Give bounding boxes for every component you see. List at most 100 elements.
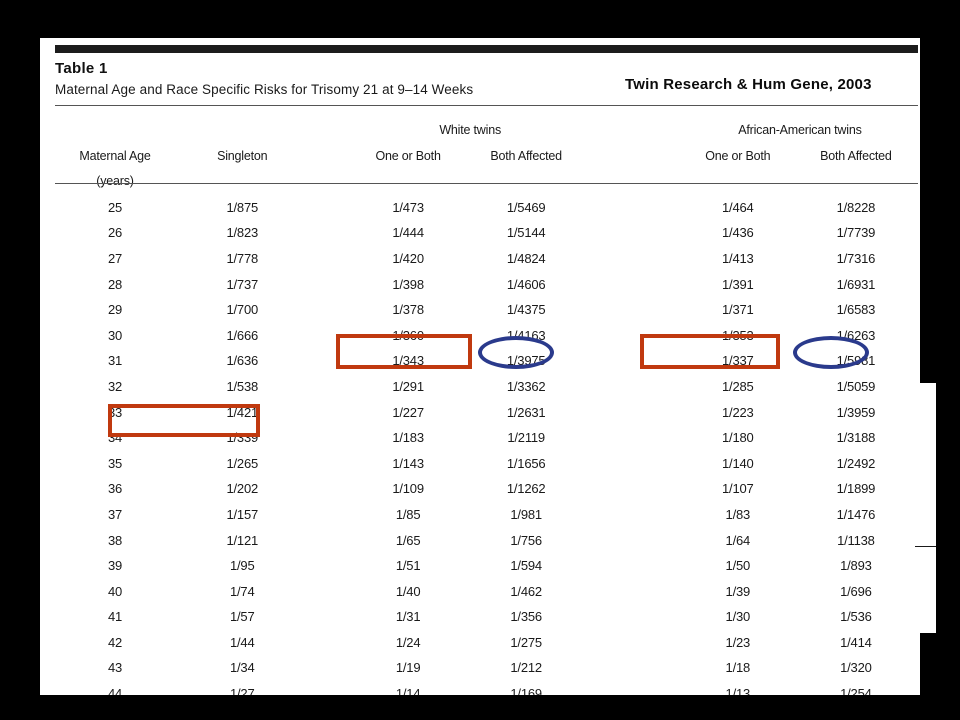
table-row: 37 1/157 1/85 1/981 1/83 1/1476 bbox=[55, 502, 918, 528]
cell-white-both-affected: 1/275 bbox=[510, 634, 542, 650]
cell-white-both-affected: 1/2631 bbox=[506, 404, 546, 420]
cell-age: 40 bbox=[108, 583, 123, 599]
cell-white-both-affected: 1/2119 bbox=[507, 430, 545, 446]
cell-gap bbox=[309, 579, 352, 605]
table-row: 42 1/44 1/24 1/275 1/23 1/414 bbox=[55, 630, 918, 656]
cell-gap bbox=[309, 655, 352, 681]
cell-age: 32 bbox=[108, 378, 123, 394]
cell-singleton: 1/57 bbox=[229, 609, 255, 625]
cell-gap bbox=[588, 374, 682, 400]
column-header-subrow-spacer-a2 bbox=[794, 169, 918, 195]
table-row: 30 1/666 1/360 1/4163 1/353 1/6263 bbox=[55, 323, 918, 349]
cell-white-both-affected: 1/981 bbox=[510, 506, 542, 522]
cell-age: 35 bbox=[108, 455, 123, 471]
presentation-slide: Table 1 Maternal Age and Race Specific R… bbox=[0, 0, 960, 720]
cell-age: 39 bbox=[108, 558, 123, 574]
column-header-subrow: (years) bbox=[55, 169, 918, 195]
cell-aa-one-or-both: 1/18 bbox=[725, 660, 751, 676]
cell-white-one-or-both: 1/51 bbox=[395, 558, 421, 574]
cell-white-both-affected: 1/4375 bbox=[506, 302, 546, 318]
cell-white-both-affected: 1/5144 bbox=[506, 225, 546, 241]
cell-gap bbox=[309, 348, 352, 374]
table-row: 38 1/121 1/65 1/756 1/64 1/1138 bbox=[55, 528, 918, 554]
cell-aa-one-or-both: 1/337 bbox=[722, 353, 754, 369]
cell-aa-both-affected: 1/893 bbox=[840, 558, 872, 574]
table-row: 35 1/265 1/143 1/1656 1/140 1/2492 bbox=[55, 451, 918, 477]
cell-aa-both-affected: 1/7739 bbox=[836, 225, 876, 241]
column-header-subrow-spacer-w1 bbox=[352, 169, 464, 195]
cell-white-one-or-both: 1/109 bbox=[392, 481, 424, 497]
column-header-aa-one-or-both: One or Both bbox=[705, 148, 771, 163]
cell-singleton: 1/202 bbox=[226, 481, 259, 497]
cell-white-both-affected: 1/4824 bbox=[506, 250, 546, 266]
cell-age: 43 bbox=[108, 660, 123, 676]
cell-gap bbox=[588, 348, 682, 374]
cell-gap bbox=[588, 272, 682, 298]
cell-aa-both-affected: 1/1899 bbox=[836, 481, 876, 497]
cell-gap bbox=[309, 630, 352, 656]
table-caption: Maternal Age and Race Specific Risks for… bbox=[55, 82, 474, 97]
cell-gap bbox=[588, 630, 682, 656]
cell-white-one-or-both: 1/227 bbox=[392, 404, 424, 420]
cell-gap bbox=[588, 604, 682, 630]
cell-gap bbox=[588, 400, 682, 426]
cell-white-one-or-both: 1/24 bbox=[395, 634, 421, 650]
cell-white-both-affected: 1/1262 bbox=[506, 481, 546, 497]
cell-age: 28 bbox=[108, 276, 123, 292]
cell-age: 38 bbox=[108, 532, 123, 548]
cell-gap bbox=[309, 502, 352, 528]
cell-aa-both-affected: 1/5059 bbox=[836, 378, 876, 394]
table-body: 25 1/875 1/473 1/5469 1/464 1/8228 26 1/823 1/44… bbox=[55, 195, 918, 720]
cell-white-both-affected: 1/5469 bbox=[506, 199, 546, 215]
cell-white-one-or-both: 1/378 bbox=[392, 302, 424, 318]
cell-gap bbox=[588, 655, 682, 681]
cell-singleton: 1/421 bbox=[226, 404, 259, 420]
cell-singleton: 1/34 bbox=[229, 660, 255, 676]
cell-aa-one-or-both: 1/413 bbox=[722, 250, 754, 266]
rule-under-column-headers bbox=[55, 183, 918, 184]
column-header-maternal-age: Maternal Age bbox=[79, 148, 151, 163]
cell-age: 29 bbox=[108, 302, 123, 318]
cell-gap bbox=[309, 220, 352, 246]
cell-white-both-affected: 1/3975 bbox=[506, 353, 546, 369]
cell-singleton: 1/666 bbox=[226, 327, 259, 343]
cell-aa-one-or-both: 1/83 bbox=[725, 506, 751, 522]
rule-under-caption bbox=[55, 105, 918, 106]
cell-aa-one-or-both: 1/180 bbox=[722, 430, 754, 446]
cell-age: 41 bbox=[108, 609, 123, 625]
cell-age: 30 bbox=[108, 327, 123, 343]
cell-white-one-or-both: 1/343 bbox=[392, 353, 424, 369]
table-row: 34 1/339 1/183 1/2119 1/180 1/3188 bbox=[55, 425, 918, 451]
cell-gap bbox=[588, 451, 682, 477]
cell-white-one-or-both: 1/473 bbox=[392, 199, 424, 215]
cell-age: 42 bbox=[108, 634, 123, 650]
cell-aa-both-affected: 1/2492 bbox=[836, 455, 876, 471]
cell-white-one-or-both: 1/31 bbox=[395, 609, 421, 625]
risk-table-container: White twins African-American twins Mater… bbox=[55, 118, 918, 720]
table-row: 39 1/95 1/51 1/594 1/50 1/893 bbox=[55, 553, 918, 579]
cell-aa-both-affected: 1/5981 bbox=[836, 353, 876, 369]
column-header-singleton: Singleton bbox=[217, 148, 268, 163]
group-header-spacer-singleton bbox=[175, 118, 309, 144]
table-row: 28 1/737 1/398 1/4606 1/391 1/6931 bbox=[55, 272, 918, 298]
column-header-subrow-spacer-singleton bbox=[175, 169, 309, 195]
cell-singleton: 1/121 bbox=[226, 532, 259, 548]
cell-gap bbox=[309, 272, 352, 298]
cell-white-one-or-both: 1/143 bbox=[392, 455, 424, 471]
column-header-subrow-spacer-gap1 bbox=[309, 169, 352, 195]
table-row: 36 1/202 1/109 1/1262 1/107 1/1899 bbox=[55, 476, 918, 502]
cell-white-both-affected: 1/4606 bbox=[506, 276, 546, 292]
cell-aa-one-or-both: 1/436 bbox=[722, 225, 754, 241]
cell-gap bbox=[588, 553, 682, 579]
cell-aa-one-or-both: 1/464 bbox=[722, 199, 754, 215]
cell-gap bbox=[309, 374, 352, 400]
scanned-table-figure: Table 1 Maternal Age and Race Specific R… bbox=[40, 38, 920, 720]
cell-singleton: 1/875 bbox=[226, 199, 259, 215]
table-number-label: Table 1 bbox=[55, 60, 108, 77]
cell-aa-both-affected: 1/414 bbox=[840, 634, 872, 650]
column-header-maternal-age-units: (years) bbox=[96, 174, 134, 189]
trisomy-risk-table: White twins African-American twins Mater… bbox=[55, 118, 918, 720]
cell-white-both-affected: 1/3362 bbox=[506, 378, 546, 394]
cell-white-both-affected: 1/756 bbox=[510, 532, 542, 548]
table-row: 40 1/74 1/40 1/462 1/39 1/696 bbox=[55, 579, 918, 605]
